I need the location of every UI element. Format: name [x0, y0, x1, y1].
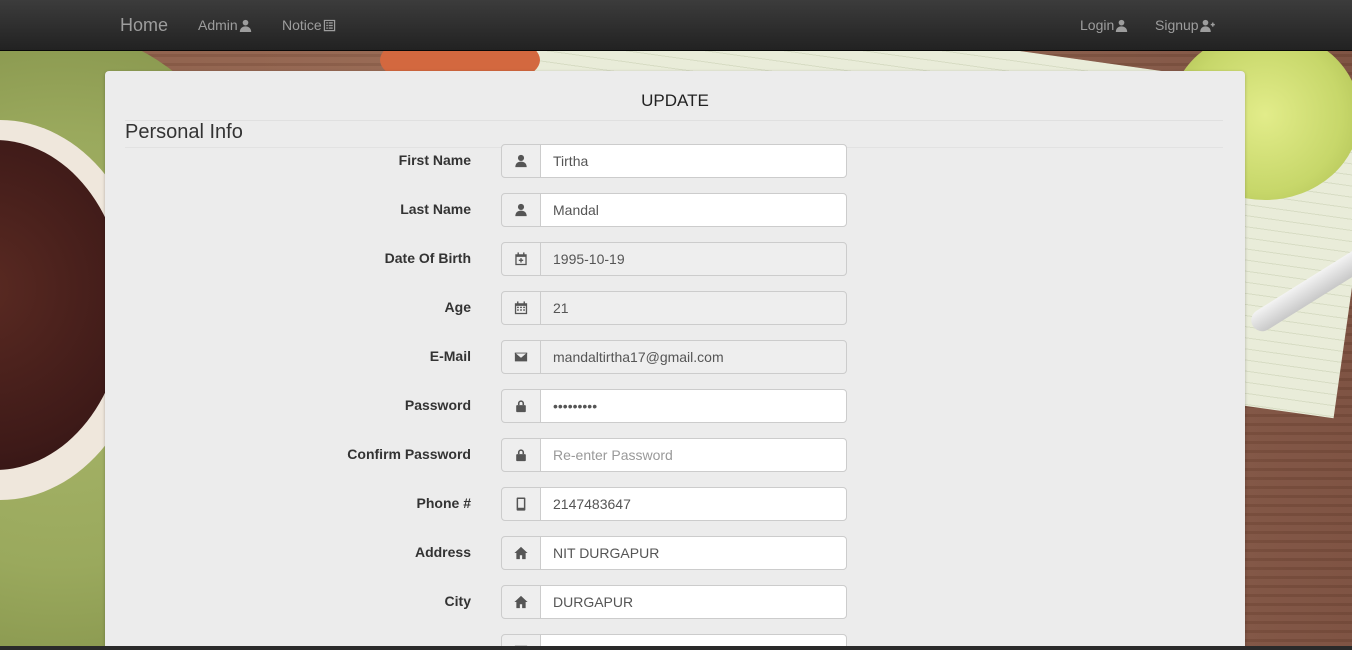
phone-label: Phone #	[416, 495, 471, 511]
email-label: E-Mail	[429, 348, 471, 364]
city-input[interactable]	[540, 585, 847, 619]
age-row: Age	[105, 291, 1245, 325]
user-icon	[239, 19, 251, 32]
email-row: E-Mail	[105, 340, 1245, 374]
first-name-row: First Name	[105, 144, 1245, 178]
nav-login-label: Login	[1080, 17, 1115, 33]
password-label: Password	[404, 397, 471, 413]
age-addon	[501, 291, 541, 325]
last-name-input[interactable]	[540, 193, 847, 227]
age-input[interactable]	[540, 291, 847, 325]
password-addon	[501, 389, 541, 423]
city-addon	[501, 585, 541, 619]
nav-admin-label: Admin	[198, 17, 238, 33]
envelope-icon	[514, 352, 528, 362]
address-input[interactable]	[540, 536, 847, 570]
last-name-row: Last Name	[105, 193, 1245, 227]
home-icon	[514, 546, 528, 560]
address-label: Address	[414, 544, 471, 560]
dob-input[interactable]	[540, 242, 847, 276]
update-form-panel: UPDATE Personal Info First Name Last Nam…	[105, 71, 1245, 650]
top-navbar: Home Admin Notice Login Signup	[0, 0, 1352, 51]
confirm-password-input[interactable]	[540, 438, 847, 472]
city-label: City	[444, 593, 471, 609]
address-addon	[501, 536, 541, 570]
nav-home-link[interactable]: Home	[120, 15, 168, 36]
phone-addon	[501, 487, 541, 521]
city-row: City	[105, 585, 1245, 619]
nav-signup-label: Signup	[1155, 17, 1199, 33]
dob-row: Date Of Birth	[105, 242, 1245, 276]
first-name-label: First Name	[398, 152, 471, 168]
nav-notice-link[interactable]: Notice	[282, 17, 336, 33]
nav-admin-link[interactable]: Admin	[198, 17, 252, 33]
address-row: Address	[105, 536, 1245, 570]
first-name-addon	[501, 144, 541, 178]
age-label: Age	[444, 299, 471, 315]
email-addon	[501, 340, 541, 374]
home-icon	[514, 595, 528, 609]
first-name-input[interactable]	[540, 144, 847, 178]
lock-icon	[516, 449, 526, 462]
last-name-label: Last Name	[400, 201, 471, 217]
email-input[interactable]	[540, 340, 847, 374]
calendar-plus-icon	[515, 252, 527, 266]
nav-signup-link[interactable]: Signup	[1155, 17, 1215, 33]
confirm-password-row: Confirm Password	[105, 438, 1245, 472]
phone-input[interactable]	[540, 487, 847, 521]
confirm-password-addon	[501, 438, 541, 472]
form-title: UPDATE	[641, 91, 709, 110]
phone-icon	[516, 497, 526, 511]
last-name-addon	[501, 193, 541, 227]
section-heading: Personal Info	[125, 120, 1223, 144]
dob-addon	[501, 242, 541, 276]
calendar-icon	[514, 301, 528, 315]
user-icon	[515, 203, 527, 217]
phone-row: Phone #	[105, 487, 1245, 521]
nav-notice-label: Notice	[282, 17, 322, 33]
list-icon	[323, 19, 335, 31]
password-row: Password	[105, 389, 1245, 423]
user-icon	[1116, 19, 1128, 32]
nav-login-link[interactable]: Login	[1080, 17, 1128, 33]
password-input[interactable]	[540, 389, 847, 423]
confirm-password-label: Confirm Password	[347, 446, 471, 462]
os-taskbar	[0, 646, 1352, 650]
user-plus-icon	[1199, 19, 1215, 32]
user-icon	[515, 154, 527, 168]
dob-label: Date Of Birth	[384, 250, 471, 266]
lock-icon	[516, 400, 526, 413]
